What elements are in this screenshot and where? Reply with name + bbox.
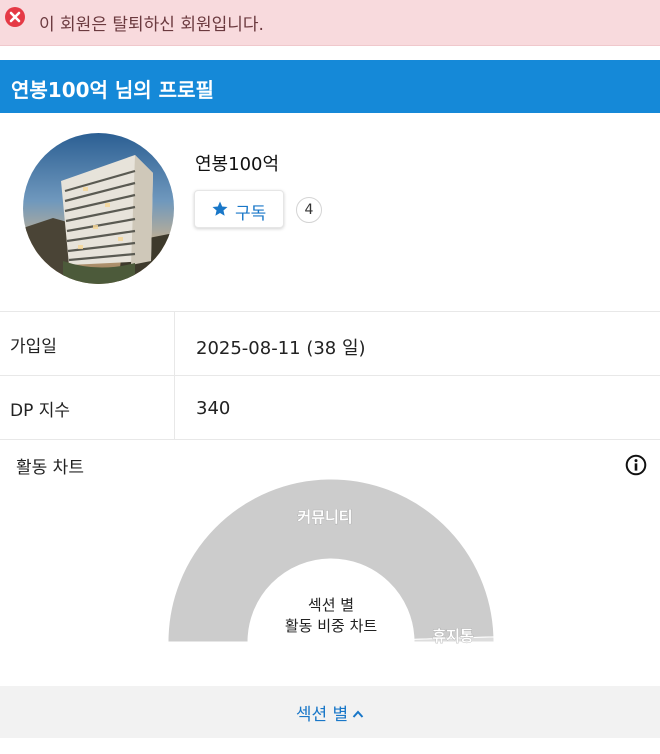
section-toggle-button[interactable]: 섹션 별 <box>0 686 660 738</box>
chart-slice-label-1: 휴지통 <box>432 627 474 645</box>
chart-center-line1: 섹션 별 <box>307 596 355 614</box>
username: 연봉100억 <box>195 154 280 175</box>
subscribe-label: 구독 <box>235 204 267 224</box>
activity-chart-section: 활동 차트 커뮤니티 휴지통 섹션 별 활동 비중 차트 <box>0 439 660 685</box>
alert-message: 이 회원은 탈퇴하신 회원입니다. <box>39 15 264 35</box>
join-date-value: 2025-08-11 (38 일) <box>196 338 366 359</box>
error-circle-icon <box>5 7 25 27</box>
chart-slice-label-0: 커뮤니티 <box>297 508 352 526</box>
avatar <box>23 133 174 284</box>
caret-up-icon <box>352 710 364 718</box>
dp-index-value: 340 <box>196 398 231 419</box>
profile-title: 연봉100억 님의 프로필 <box>11 78 214 102</box>
dp-index-label: DP 지수 <box>10 401 71 421</box>
dp-index-row: DP 지수 340 <box>0 375 660 439</box>
chart-center-label: 섹션 별 활동 비중 차트 <box>241 595 421 637</box>
activity-donut-chart: 커뮤니티휴지통 <box>167 478 495 645</box>
join-date-row: 가입일 2025-08-11 (38 일) <box>0 311 660 375</box>
chart-center-line2: 활동 비중 차트 <box>284 617 378 635</box>
join-date-label: 가입일 <box>10 337 57 357</box>
section-toggle-label: 섹션 별 <box>295 705 349 725</box>
subscriber-count-badge: 4 <box>296 197 322 223</box>
error-alert: 이 회원은 탈퇴하신 회원입니다. <box>0 0 660 46</box>
profile-header: 연봉100억 님의 프로필 <box>0 60 660 113</box>
star-icon <box>212 201 228 216</box>
subscribe-button[interactable]: 구독 <box>194 190 284 228</box>
